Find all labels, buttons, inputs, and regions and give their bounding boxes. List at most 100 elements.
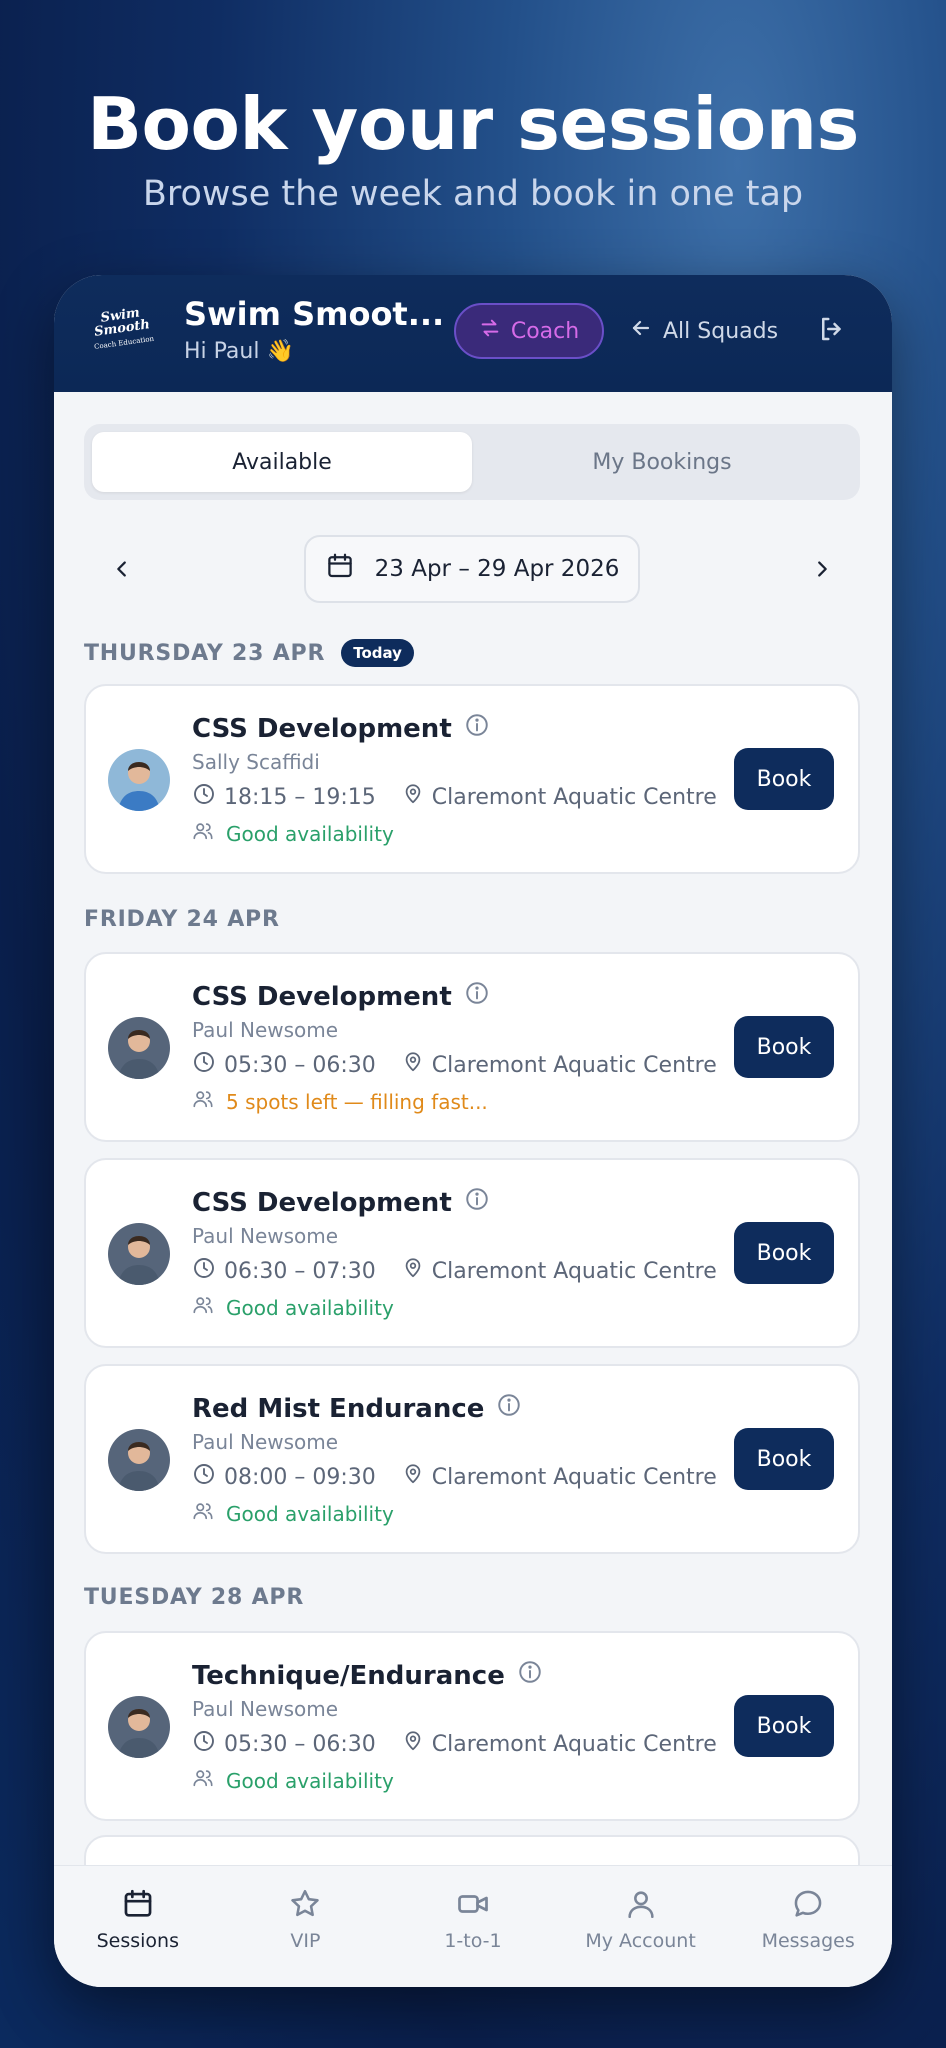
map-pin-icon — [402, 1050, 424, 1080]
availability-text: Good availability — [226, 1768, 394, 1793]
swap-icon — [479, 317, 501, 345]
logo-wordmark: Swim Smooth Coach Education — [89, 304, 154, 353]
session-availability: Good availability — [192, 1500, 394, 1527]
session-title-text: Red Mist Endurance — [192, 1393, 485, 1424]
session-card[interactable]: CSS Development Sally Scaffidi 18:15 – 19:… — [84, 684, 860, 874]
previous-week-button[interactable] — [102, 551, 142, 591]
session-time: 05:30 – 06:30 — [224, 1731, 376, 1757]
coach-avatar — [108, 749, 170, 811]
day-heading: FRIDAY 24 APR — [84, 907, 280, 932]
all-squads-label: All Squads — [663, 318, 779, 344]
session-location: Claremont Aquatic Centre — [431, 784, 717, 810]
next-week-button[interactable] — [802, 551, 842, 591]
users-icon — [192, 1767, 214, 1794]
info-icon[interactable] — [464, 712, 490, 745]
chevron-right-icon — [811, 558, 833, 584]
coach-mode-button[interactable]: Coach — [454, 303, 604, 359]
users-icon — [192, 820, 214, 847]
session-coach: Paul Newsome — [192, 1224, 339, 1248]
clock-icon — [192, 1256, 216, 1286]
session-coach: Paul Newsome — [192, 1430, 339, 1454]
all-squads-button[interactable]: All Squads — [629, 309, 778, 353]
session-availability: Good availability — [192, 1294, 394, 1321]
day-heading-label: TUESDAY 28 APR — [84, 1585, 305, 1610]
book-button[interactable]: Book — [734, 1222, 834, 1284]
app-header: Swim Smooth Coach Education Swim Smoot..… — [54, 275, 892, 392]
day-heading-label: THURSDAY 23 APR — [84, 640, 326, 666]
coach-avatar — [108, 1696, 170, 1758]
clock-icon — [192, 1050, 216, 1080]
session-meta: 05:30 – 06:30 Claremont Aquatic Centre — [192, 1050, 717, 1080]
day-heading: TUESDAY 28 APR — [84, 1585, 304, 1610]
session-location: Claremont Aquatic Centre — [431, 1052, 717, 1078]
session-location: Claremont Aquatic Centre — [431, 1464, 717, 1490]
nav-label: Sessions — [96, 1930, 179, 1952]
day-heading: THURSDAY 23 APR Today — [84, 639, 414, 667]
map-pin-icon — [402, 1729, 424, 1759]
coach-mode-label: Coach — [510, 318, 580, 344]
session-coach: Paul Newsome — [192, 1018, 339, 1042]
session-title: CSS Development — [192, 712, 490, 745]
session-location-group: Claremont Aquatic Centre — [402, 1050, 717, 1080]
nav-label: Messages — [761, 1930, 855, 1952]
info-icon[interactable] — [496, 1392, 522, 1425]
nav-label: 1-to-1 — [444, 1930, 502, 1952]
session-time: 18:15 – 19:15 — [224, 784, 376, 810]
today-badge: Today — [341, 639, 414, 667]
greeting: Hi Paul 👋 — [184, 339, 294, 364]
clock-icon — [192, 1462, 216, 1492]
session-card[interactable]: CSS Development Paul Newsome 05:30 – 06:30… — [84, 952, 860, 1142]
session-card[interactable]: CSS Development Paul Newsome 06:30 – 07:30… — [84, 1158, 860, 1348]
session-availability: 5 spots left — filling fast... — [192, 1088, 488, 1115]
session-time: 08:00 – 09:30 — [224, 1464, 376, 1490]
week-range: 23 Apr – 29 Apr 2026 — [374, 556, 620, 582]
info-icon[interactable] — [464, 1186, 490, 1219]
map-pin-icon — [402, 1462, 424, 1492]
session-availability: Good availability — [192, 1767, 394, 1794]
nav-label: My Account — [585, 1930, 696, 1952]
video-icon — [455, 1886, 491, 1922]
coach-avatar — [108, 1429, 170, 1491]
session-card[interactable]: Technique/Endurance Paul Newsome 05:30 – 0… — [84, 1631, 860, 1821]
availability-text: Good availability — [226, 1295, 394, 1320]
info-icon[interactable] — [517, 1659, 543, 1692]
session-time: 06:30 – 07:30 — [224, 1258, 376, 1284]
session-availability: Good availability — [192, 820, 394, 847]
nav-label: VIP — [290, 1930, 321, 1952]
session-coach: Sally Scaffidi — [192, 750, 320, 774]
nav-one-to-one[interactable]: 1-to-1 — [389, 1866, 557, 1987]
book-button[interactable]: Book — [734, 1016, 834, 1078]
tab-available[interactable]: Available — [92, 432, 472, 492]
session-title: Technique/Endurance — [192, 1659, 543, 1692]
nav-messages[interactable]: Messages — [724, 1866, 892, 1987]
nav-vip[interactable]: VIP — [222, 1866, 390, 1987]
coach-avatar — [108, 1223, 170, 1285]
nav-my-account[interactable]: My Account — [557, 1866, 725, 1987]
session-location-group: Claremont Aquatic Centre — [402, 782, 717, 812]
book-button[interactable]: Book — [734, 748, 834, 810]
app-screen: Swim Smooth Coach Education Swim Smoot..… — [54, 275, 892, 1987]
clock-icon — [192, 782, 216, 812]
arrow-left-icon — [629, 316, 653, 346]
logout-button[interactable] — [812, 311, 852, 351]
bookings-segmented-control: Available My Bookings — [84, 424, 860, 500]
session-title-text: Technique/Endurance — [192, 1660, 505, 1691]
session-meta: 08:00 – 09:30 Claremont Aquatic Centre — [192, 1462, 717, 1492]
map-pin-icon — [402, 782, 424, 812]
tab-my-bookings[interactable]: My Bookings — [472, 432, 852, 492]
users-icon — [192, 1294, 214, 1321]
availability-text: 5 spots left — filling fast... — [226, 1089, 488, 1114]
nav-sessions[interactable]: Sessions — [54, 1866, 222, 1987]
week-picker[interactable]: 23 Apr – 29 Apr 2026 — [304, 535, 640, 603]
session-title: Red Mist Endurance — [192, 1392, 522, 1425]
info-icon[interactable] — [464, 980, 490, 1013]
session-title: CSS Development — [192, 1186, 490, 1219]
session-title: CSS Development — [192, 980, 490, 1013]
book-button[interactable]: Book — [734, 1428, 834, 1490]
club-logo: Swim Smooth Coach Education — [90, 297, 154, 361]
session-card[interactable]: Red Mist Endurance Paul Newsome 08:00 – 09… — [84, 1364, 860, 1554]
session-location: Claremont Aquatic Centre — [431, 1258, 717, 1284]
session-title-text: CSS Development — [192, 981, 452, 1012]
calendar-icon — [325, 551, 355, 587]
book-button[interactable]: Book — [734, 1695, 834, 1757]
